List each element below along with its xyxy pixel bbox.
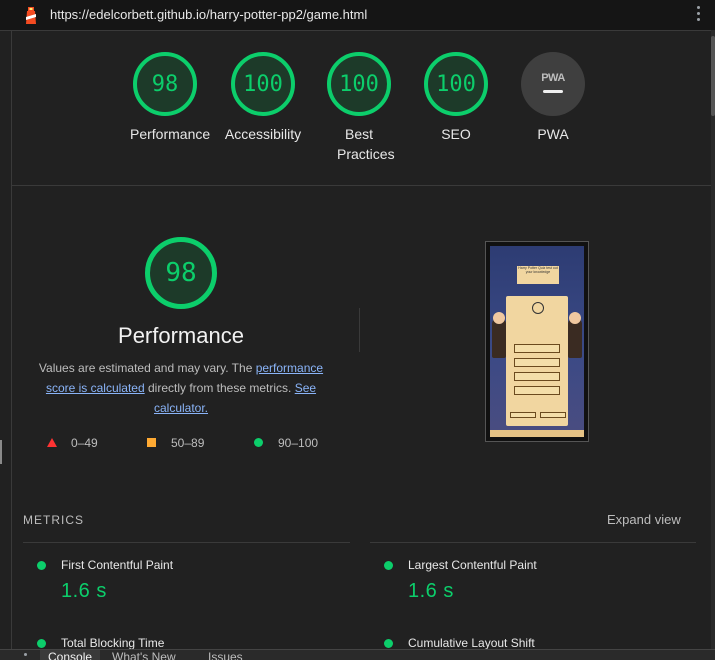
gauge-score: 100 — [339, 71, 379, 97]
gauge-best-practices[interactable]: 100 Best Practices — [324, 52, 395, 164]
gauge-ring: 98 — [133, 52, 197, 116]
square-icon — [147, 438, 156, 447]
legend-range: 90–100 — [278, 436, 319, 450]
thumbnail-timer — [532, 302, 544, 314]
gauge-label: Performance — [130, 126, 211, 142]
gauge-ring: 100 — [424, 52, 488, 116]
gauge-ring: 100 — [327, 52, 391, 116]
resize-handle[interactable] — [0, 440, 2, 464]
thumbnail-character-left — [492, 318, 506, 358]
top-bar: https://edelcorbett.github.io/harry-pott… — [0, 0, 715, 31]
gauge-ring: 100 — [231, 52, 295, 116]
gauge-score: 100 — [436, 71, 476, 97]
thumbnail-answer — [514, 358, 560, 367]
gauge-label: Best Practices — [337, 126, 395, 162]
performance-description: Values are estimated and may vary. The p… — [30, 358, 332, 418]
thumbnail-answer — [514, 372, 560, 381]
metric-value: 1.6 s — [61, 580, 107, 602]
pwa-dash-icon — [543, 89, 563, 93]
drawer-menu-icon[interactable] — [24, 653, 27, 656]
pwa-badge-icon: PWA — [521, 52, 585, 116]
thumbnail-face-right — [569, 312, 581, 324]
legend-range: 50–89 — [171, 436, 205, 450]
thumbnail-home-button — [510, 412, 536, 418]
desc-text-1: Values are estimated and may vary. The — [38, 361, 256, 375]
gauge-label: PWA — [537, 126, 569, 142]
metric-label: Largest Contentful Paint — [408, 558, 537, 572]
performance-score: 98 — [165, 258, 197, 288]
thumbnail-character-right — [568, 318, 582, 358]
pass-circle-icon — [37, 639, 46, 648]
gauge-pwa[interactable]: PWA PWA — [518, 52, 588, 144]
triangle-icon — [47, 438, 57, 447]
thumbnail-answer — [514, 386, 560, 395]
scrollbar-track[interactable] — [711, 30, 715, 659]
scrollbar-thumb[interactable] — [711, 36, 715, 116]
expand-view-toggle[interactable]: Expand view — [607, 512, 681, 527]
metrics-divider-left — [23, 542, 350, 543]
more-options-icon[interactable] — [694, 6, 702, 24]
gauge-score: 98 — [151, 71, 179, 97]
panel-border — [11, 30, 12, 659]
thumbnail-next-button — [540, 412, 566, 418]
metric-value: 1.6 s — [408, 580, 454, 602]
thumbnail-face-left — [493, 312, 505, 324]
circle-icon — [254, 438, 263, 447]
pass-circle-icon — [384, 639, 393, 648]
gauge-accessibility[interactable]: 100 Accessibility — [225, 52, 301, 144]
thumbnail-page: Harry Potter Quiz test out your knowledg… — [490, 246, 584, 437]
metrics-heading: METRICS — [23, 513, 84, 527]
gauge-label: SEO — [441, 126, 471, 142]
metrics-divider-right — [370, 542, 696, 543]
thumbnail-answer — [514, 344, 560, 353]
desc-text-2: directly from these metrics. — [144, 381, 295, 395]
gauge-label: Accessibility — [224, 126, 302, 142]
performance-score-gauge: 98 — [145, 237, 217, 309]
devtools-drawer: Console What's New Issues — [0, 649, 715, 660]
gauge-performance[interactable]: 98 Performance — [130, 52, 211, 144]
gauge-score: 100 — [243, 71, 283, 97]
final-screenshot-thumbnail[interactable]: Harry Potter Quiz test out your knowledg… — [485, 241, 589, 442]
thumbnail-footer — [490, 430, 584, 437]
pass-circle-icon — [37, 561, 46, 570]
metric-label: First Contentful Paint — [61, 558, 174, 572]
pass-circle-icon — [384, 561, 393, 570]
vertical-divider — [359, 308, 360, 352]
gauge-seo[interactable]: 100 SEO — [421, 52, 491, 144]
metric-label: Total Blocking Time — [61, 636, 165, 650]
thumbnail-title: Harry Potter Quiz test out your knowledg… — [517, 266, 559, 284]
page-url: https://edelcorbett.github.io/harry-pott… — [50, 7, 368, 22]
metric-label: Cumulative Layout Shift — [408, 636, 535, 650]
performance-title: Performance — [118, 323, 244, 348]
lighthouse-logo-icon — [26, 7, 36, 24]
pwa-badge-text: PWA — [541, 71, 565, 84]
legend-range: 0–49 — [71, 436, 98, 450]
section-divider — [12, 185, 711, 186]
